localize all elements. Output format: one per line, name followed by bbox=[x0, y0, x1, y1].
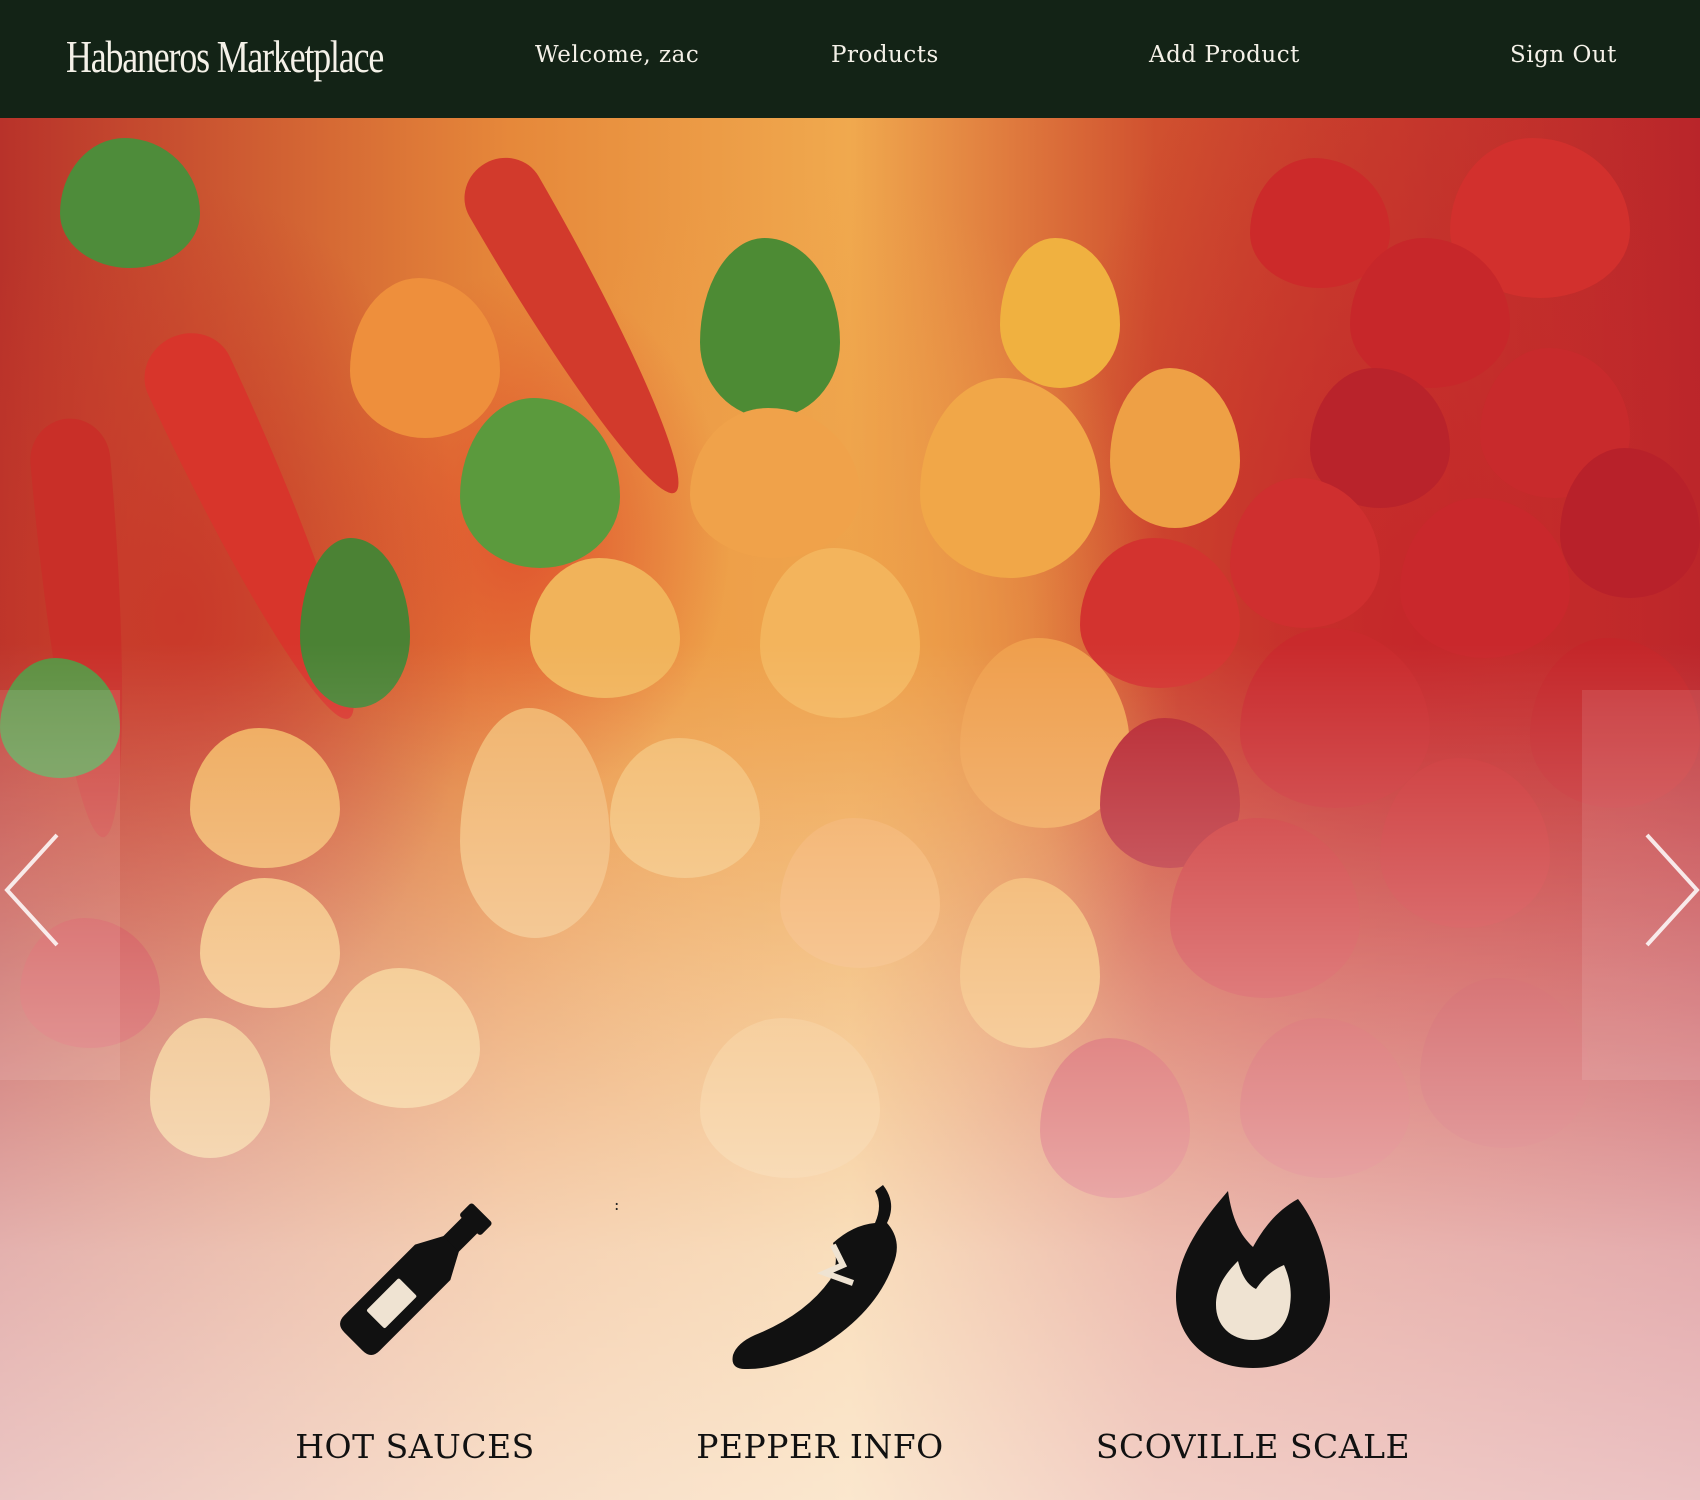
feature-pepper-info[interactable]: PEPPER INFO bbox=[680, 1185, 960, 1466]
feature-label-hot-sauces: HOT SAUCES bbox=[295, 1427, 535, 1466]
carousel-prev-button[interactable] bbox=[0, 690, 120, 1080]
brand-logo[interactable]: Habaneros Marketplace bbox=[66, 30, 384, 83]
nav-products-link[interactable]: Products bbox=[831, 42, 939, 68]
carousel-next-button[interactable] bbox=[1582, 690, 1700, 1080]
bottle-icon bbox=[275, 1185, 555, 1375]
nav-sign-out-link[interactable]: Sign Out bbox=[1510, 42, 1617, 68]
welcome-link[interactable]: Welcome, zac bbox=[535, 42, 699, 68]
chili-pepper-icon bbox=[680, 1185, 960, 1375]
nav-add-product-link[interactable]: Add Product bbox=[1149, 42, 1300, 68]
feature-label-pepper-info: PEPPER INFO bbox=[696, 1427, 944, 1466]
feature-label-scoville-scale: SCOVILLE SCALE bbox=[1095, 1427, 1411, 1466]
flame-icon bbox=[1113, 1185, 1393, 1375]
top-navbar: Habaneros Marketplace Welcome, zac Produ… bbox=[0, 0, 1700, 118]
feature-scoville-scale[interactable]: SCOVILLE SCALE bbox=[1096, 1185, 1410, 1466]
marker-text: : bbox=[614, 1195, 620, 1214]
feature-hot-sauces[interactable]: HOT SAUCES bbox=[275, 1185, 555, 1466]
